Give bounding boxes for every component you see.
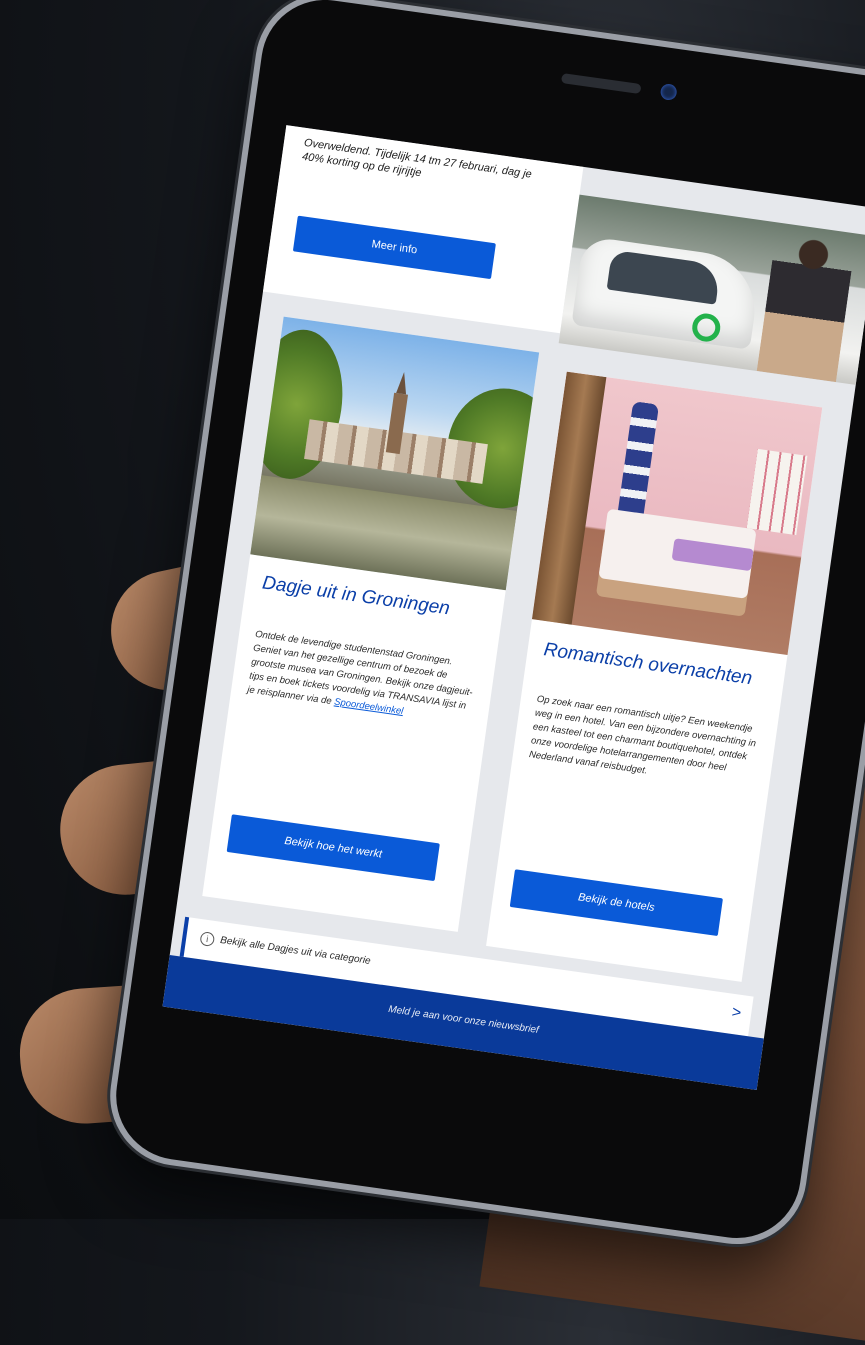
hotels-button[interactable]: Bekijk de hotels xyxy=(509,869,723,937)
wood-panel xyxy=(531,371,607,625)
groningen-canal-photo xyxy=(250,316,540,591)
more-info-button[interactable]: Meer info xyxy=(292,215,496,280)
smartphone: Overweldend. Tijdelijk 14 tm 27 februari… xyxy=(101,0,865,1254)
all-categories-label: Bekijk alle Dagjes uit via categorie xyxy=(219,934,372,967)
card-title: Dagje uit in Groningen xyxy=(260,572,452,620)
card-description: Op zoek naar een romantisch uitje? Een w… xyxy=(528,693,757,777)
phone-screen: Overweldend. Tijdelijk 14 tm 27 februari… xyxy=(162,125,865,1090)
delft-plates xyxy=(616,401,660,524)
card-romantic-stay: Romantisch overnachten Op zoek naar een … xyxy=(486,371,823,982)
chevron-right-icon: > xyxy=(730,1003,743,1023)
front-camera-icon xyxy=(659,82,678,102)
card-groningen: Dagje uit in Groningen Ontdek de levendi… xyxy=(202,316,540,932)
promo-card: Overweldend. Tijdelijk 14 tm 27 februari… xyxy=(262,125,584,334)
person xyxy=(756,232,856,383)
info-icon: i xyxy=(199,931,216,947)
hotel-room-photo xyxy=(531,371,823,656)
promo-text: Overweldend. Tijdelijk 14 tm 27 februari… xyxy=(301,136,533,181)
card-description: Ontdek de levendige studentenstad Gronin… xyxy=(246,628,480,729)
card-title: Romantisch overnachten xyxy=(542,639,754,690)
groningen-button[interactable]: Bekijk hoe het werkt xyxy=(226,814,440,882)
car-sharing-photo xyxy=(558,194,865,385)
speaker-grille xyxy=(560,73,642,95)
window xyxy=(746,448,808,536)
